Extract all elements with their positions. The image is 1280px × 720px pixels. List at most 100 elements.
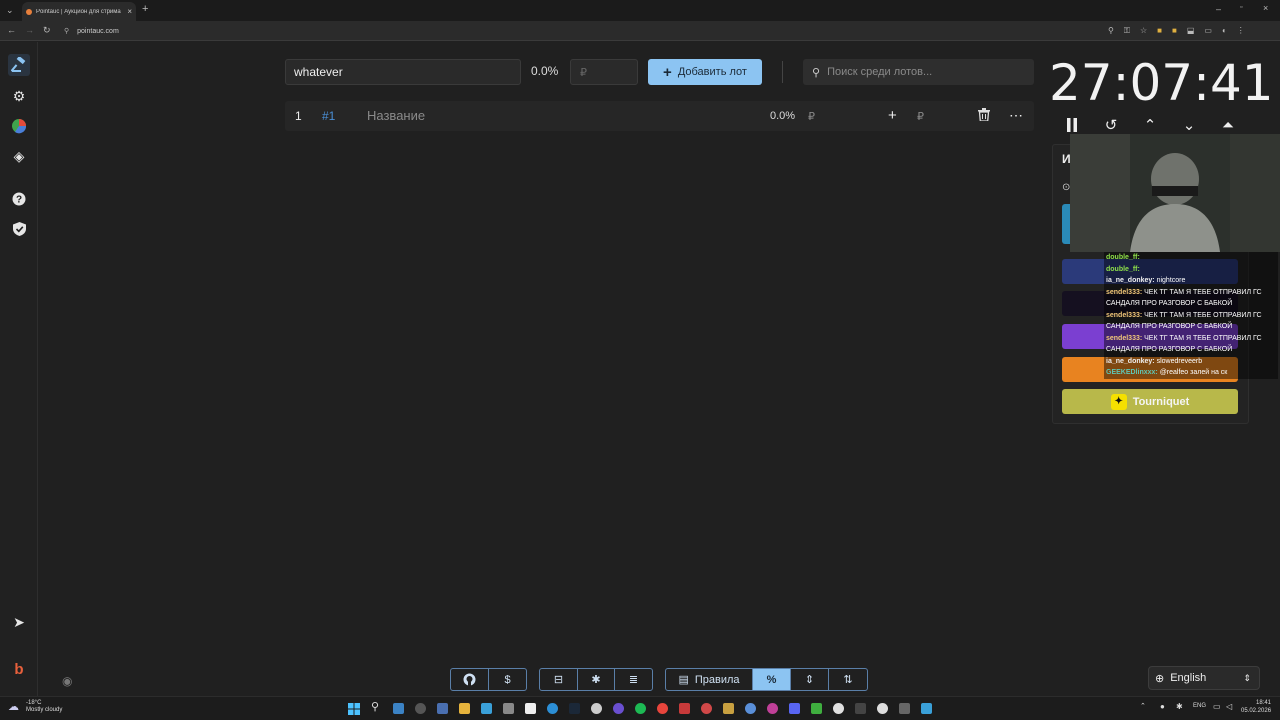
taskbar-app-icon[interactable] <box>481 703 492 714</box>
taskbar-app-icon[interactable] <box>503 703 514 714</box>
taskbar-app-icon[interactable] <box>877 703 888 714</box>
password-icon[interactable]: ⚿ <box>1124 26 1130 36</box>
taskbar-app-icon[interactable] <box>767 703 778 714</box>
extension-icon[interactable]: ■ <box>1172 26 1177 36</box>
taskbar-app-icon[interactable] <box>547 703 558 714</box>
bookmark-icon[interactable]: ☆ <box>1140 26 1147 36</box>
lot-name-field[interactable]: Название <box>367 108 425 123</box>
split-view-icon[interactable]: ▭ <box>1204 26 1212 36</box>
percent-toggle-icon[interactable]: % <box>753 669 791 690</box>
select-arrows-icon: ⇕ <box>1243 672 1251 683</box>
taskbar-app-icon[interactable] <box>591 703 602 714</box>
taskbar-search-icon[interactable]: ⚲ <box>371 700 379 713</box>
taskbar-app-icon[interactable] <box>679 703 690 714</box>
layers-icon[interactable]: ◈ <box>8 145 30 167</box>
language-select[interactable]: ⊕ English ⇕ <box>1148 666 1260 690</box>
minimize-icon[interactable]: – <box>1216 4 1221 14</box>
network-icon[interactable]: ▭ <box>1213 702 1221 711</box>
windows-start-icon[interactable] <box>348 702 360 720</box>
new-tab-icon[interactable]: + <box>142 3 148 15</box>
close-tab-icon[interactable]: × <box>127 7 132 16</box>
lot-amount: ₽ <box>808 111 815 123</box>
bug-icon[interactable]: ✱ <box>578 669 615 690</box>
github-icon[interactable] <box>451 669 489 690</box>
file-explorer-icon[interactable] <box>459 703 470 714</box>
add-lot-button[interactable]: + Добавить лот <box>648 59 762 85</box>
double-chevron-up-icon[interactable]: ⏶ <box>1218 115 1238 135</box>
address-bar[interactable]: ⚲ pointauc.com <box>58 24 1150 38</box>
boosty-icon[interactable]: b <box>8 658 30 680</box>
rules-button[interactable]: ▤ Правила <box>666 669 753 690</box>
tab-list-icon[interactable]: ⌄ <box>6 5 14 16</box>
search-placeholder: Поиск среди лотов... <box>827 66 933 78</box>
chat-message: ia_ne_donkey: slowedreveerb <box>1104 355 1278 367</box>
discord-icon[interactable] <box>789 703 800 714</box>
lot-name-input[interactable]: whatever <box>285 59 521 85</box>
tray-overflow-icon[interactable]: ⌃ <box>1140 702 1146 710</box>
taskbar-app-icon[interactable] <box>613 703 624 714</box>
chevron-down-icon[interactable]: ⌄ <box>1179 115 1199 135</box>
donate-icon[interactable]: $ <box>489 669 526 690</box>
settings-icon[interactable]: ⚙ <box>8 85 30 107</box>
chat-text: @realfeo залей на ск <box>1157 369 1228 376</box>
site-info-icon[interactable]: ⚲ <box>64 27 69 35</box>
chevron-up-icon[interactable]: ⌃ <box>1140 115 1160 135</box>
chrome-icon[interactable] <box>657 703 668 714</box>
taskbar-app-icon[interactable] <box>855 703 866 714</box>
clear-list-icon[interactable]: ≣ <box>615 669 652 690</box>
eye-icon[interactable]: ◉ <box>62 674 72 688</box>
forward-icon[interactable]: → <box>25 25 34 35</box>
gavel-icon[interactable] <box>8 54 30 76</box>
reset-icon[interactable]: ↺ <box>1101 115 1121 135</box>
extension-icon[interactable]: ■ <box>1157 26 1162 36</box>
add-amount-icon[interactable]: + <box>888 107 897 124</box>
input-language[interactable]: ENG <box>1193 703 1206 709</box>
back-icon[interactable]: ← <box>7 25 16 35</box>
weather-icon[interactable]: ☁ <box>8 700 19 713</box>
sort-icon[interactable]: ⇅ <box>829 669 867 690</box>
shield-icon[interactable] <box>8 218 30 240</box>
taskbar-app-icon[interactable] <box>525 703 536 714</box>
taskbar-app-icon[interactable] <box>899 703 910 714</box>
zoom-icon[interactable]: ⚲ <box>1108 26 1114 36</box>
profile-icon[interactable]: ◐ <box>1222 26 1227 36</box>
clock[interactable]: 18:41 05.02.2026 <box>1241 699 1271 715</box>
search-input[interactable]: ⚲ Поиск среди лотов... <box>803 59 1034 85</box>
steam-icon[interactable] <box>569 703 580 714</box>
more-options-icon[interactable]: ⋯ <box>1009 107 1023 124</box>
taskbar-app-icon[interactable] <box>723 703 734 714</box>
tray-app-icon[interactable]: ● <box>1160 702 1165 711</box>
weather-widget[interactable]: -18°C Mostly cloudy <box>26 700 62 714</box>
compact-view-icon[interactable]: ⇕ <box>791 669 829 690</box>
browser-tab[interactable]: Pointauc | Аукцион для стрима × <box>22 2 136 21</box>
add-amount-input[interactable]: ₽ <box>917 110 924 123</box>
taskbar-app-icon[interactable] <box>833 703 844 714</box>
pause-icon[interactable] <box>1062 115 1082 135</box>
tourniquet-button[interactable]: ✦ Tourniquet <box>1062 389 1238 414</box>
menu-icon[interactable]: ⋮ <box>1237 26 1245 36</box>
spotify-icon[interactable] <box>635 703 646 714</box>
taskbar-app-icon[interactable] <box>921 703 932 714</box>
reload-icon[interactable]: ↻ <box>43 25 51 36</box>
amount-input[interactable]: ₽ <box>570 59 638 85</box>
download-icon[interactable]: ⬓ <box>1187 26 1195 36</box>
close-window-icon[interactable]: × <box>1263 3 1268 13</box>
telegram-icon[interactable]: ➤ <box>8 611 30 633</box>
taskbar-app-icon[interactable] <box>437 703 448 714</box>
taskbar-app-icon[interactable] <box>415 703 426 714</box>
search-icon: ⚲ <box>812 66 821 79</box>
minecraft-icon[interactable] <box>811 703 822 714</box>
pie-chart-icon[interactable] <box>8 115 30 137</box>
taskbar-app-icon[interactable] <box>745 703 756 714</box>
plus-icon: + <box>663 63 672 81</box>
taskbar-app-icon[interactable] <box>701 703 712 714</box>
save-icon[interactable]: ⊟ <box>540 669 578 690</box>
maximize-icon[interactable]: ▫ <box>1240 4 1242 11</box>
help-icon[interactable]: ? <box>8 188 30 210</box>
trash-icon[interactable] <box>978 108 990 124</box>
volume-icon[interactable]: ◁ <box>1226 702 1232 711</box>
taskbar-app-icon[interactable] <box>393 703 404 714</box>
globe-icon: ⊕ <box>1155 672 1165 685</box>
chat-message: GEEKEDlinxxx: @realfeo залей на ск <box>1104 367 1278 379</box>
tray-app-icon[interactable]: ✱ <box>1176 702 1183 711</box>
